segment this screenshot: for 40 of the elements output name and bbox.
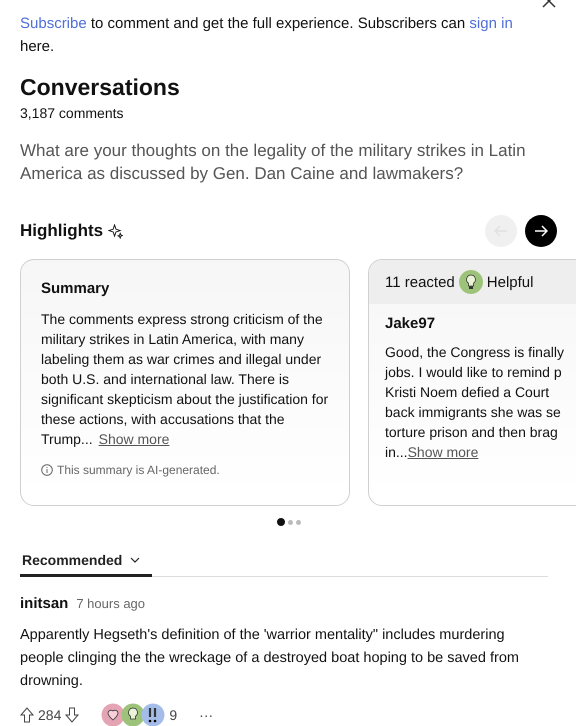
reaction-icons-drawing [101, 703, 166, 726]
summary-text: The comments express strong criticism of the military strikes in Latin America, with many labeling them as war crimes and illegal under both U.S. and international law. There is significant skepticism about the justification for these actions, with accusations that the Trump... Show more [41, 310, 329, 449]
right-arrow-icon [534, 225, 548, 237]
page-dot[interactable] [276, 518, 284, 526]
comment-line: in...Show more [385, 443, 480, 462]
subscribe-notice: Subscribe to comment and get the full experience. Subscribers can sign in here. [20, 14, 514, 57]
comment-line: Good, the Congress is finally [385, 343, 565, 362]
comment-line: back immigrants she was se [385, 403, 562, 422]
comment-count: 3,187 comments [20, 105, 124, 121]
vote-count: 284 [38, 707, 62, 723]
next-button[interactable] [525, 215, 557, 247]
reaction-label: Helpful [486, 274, 534, 290]
card-title: Summary [41, 280, 110, 297]
sparkle-icon [108, 224, 124, 238]
page-dot[interactable] [296, 520, 300, 524]
comment-line: jobs. I would like to remind p [385, 363, 563, 382]
sort-tab[interactable]: Recommended [20, 552, 152, 577]
reaction-count: 9 [169, 707, 178, 723]
downvote-icon[interactable] [65, 707, 80, 723]
comment-line: Kristi Noem defied a Court [385, 383, 550, 402]
info-icon [41, 464, 53, 476]
comment-author: Jake97 [385, 315, 436, 332]
ai-note: This summary is AI-generated. [57, 463, 220, 477]
subscribe-link[interactable]: Subscribe [20, 15, 87, 32]
show-more-link[interactable]: Show more [408, 444, 478, 460]
page-dot[interactable] [288, 520, 292, 524]
highlights-title: Highlights [20, 221, 104, 241]
reacted-count: 11 reacted [385, 274, 455, 290]
discussion-question: What are your thoughts on the legality of the military strikes in Latin America as discussed by Gen. Dan Caine and lawmakers? [20, 140, 527, 185]
comment-line: torture prison and then brag [385, 423, 559, 442]
chevron-down-icon [130, 557, 140, 563]
upvote-icon[interactable] [20, 707, 34, 723]
section-title: Conversations [20, 74, 181, 101]
comment-text: Apparently Hegseth's definition of the 'warrior mentality" includes murdering people clinging the the wreckage of a destroyed boat hoping to be saved from drowning. [20, 626, 520, 691]
comment-time: 7 hours ago [76, 596, 146, 611]
comment-author: initsan [20, 595, 68, 612]
sign-in-link[interactable]: sign in [469, 15, 513, 32]
more-options[interactable]: ··· [199, 707, 214, 723]
show-more-link[interactable]: Show more [98, 431, 170, 447]
lightbulb-icon [458, 270, 483, 294]
